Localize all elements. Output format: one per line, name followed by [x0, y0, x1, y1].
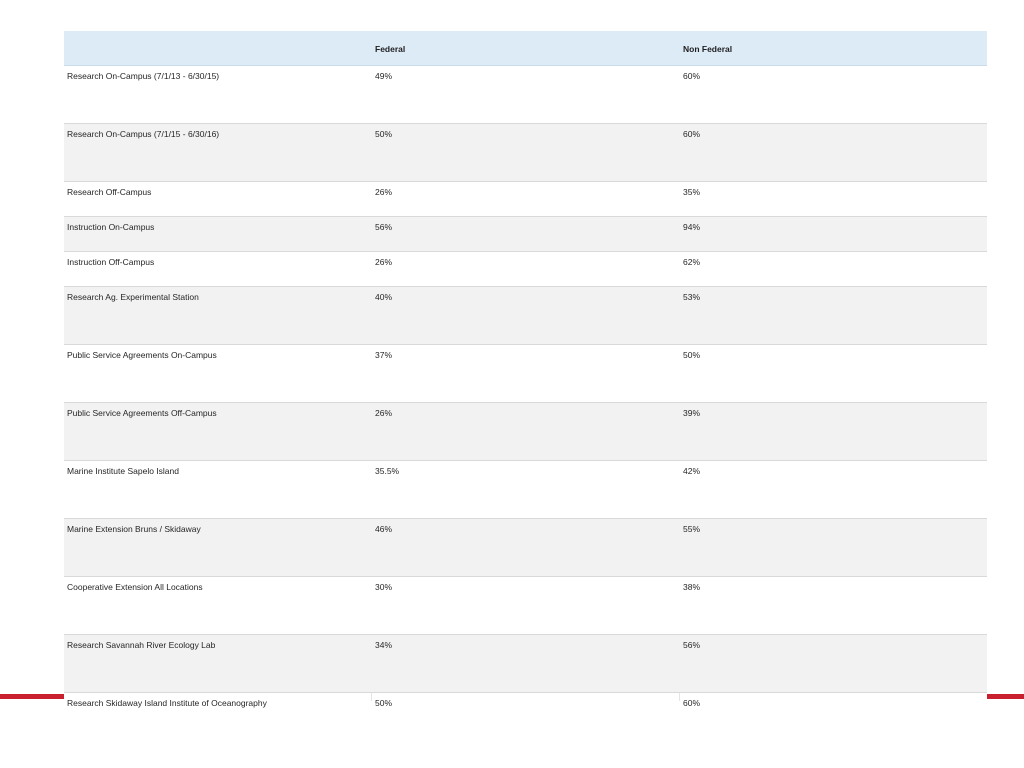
table-row: Public Service Agreements Off-Campus 26%…	[64, 403, 987, 461]
header-cell-federal: Federal	[375, 44, 406, 54]
row-federal-rate: 50%	[375, 129, 393, 139]
row-non-federal-rate: 94%	[683, 222, 701, 232]
row-label: Instruction Off-Campus	[67, 257, 155, 267]
rates-table: Federal Non Federal Research On-Campus (…	[64, 31, 987, 733]
row-non-federal-rate: 60%	[683, 129, 701, 139]
row-non-federal-rate: 50%	[683, 350, 701, 360]
row-federal-rate: 46%	[375, 524, 393, 534]
row-label: Instruction On-Campus	[67, 222, 155, 232]
row-label: Research Ag. Experimental Station	[67, 292, 199, 302]
row-federal-rate: 34%	[375, 640, 393, 650]
table-row: Cooperative Extension All Locations 30% …	[64, 577, 987, 635]
table-row: Instruction On-Campus 56% 94%	[64, 217, 987, 252]
table-header-row: Federal Non Federal	[64, 31, 987, 66]
table-row: Research On-Campus (7/1/13 - 6/30/15) 49…	[64, 66, 987, 124]
row-federal-rate: 26%	[375, 187, 393, 197]
row-non-federal-rate: 56%	[683, 640, 701, 650]
row-label: Research On-Campus (7/1/13 - 6/30/15)	[67, 71, 220, 81]
table-row: Marine Institute Sapelo Island 35.5% 42%	[64, 461, 987, 519]
row-non-federal-rate: 55%	[683, 524, 701, 534]
row-federal-rate: 49%	[375, 71, 393, 81]
table-row: Research Skidaway Island Institute of Oc…	[64, 693, 987, 733]
row-federal-rate: 56%	[375, 222, 393, 232]
table-row: Research On-Campus (7/1/15 - 6/30/16) 50…	[64, 124, 987, 182]
row-non-federal-rate: 38%	[683, 582, 701, 592]
row-non-federal-rate: 35%	[683, 187, 701, 197]
table-row: Public Service Agreements On-Campus 37% …	[64, 345, 987, 403]
row-label: Research Skidaway Island Institute of Oc…	[67, 698, 267, 708]
row-federal-rate: 30%	[375, 582, 393, 592]
table-row: Research Off-Campus 26% 35%	[64, 182, 987, 217]
table-row: Research Ag. Experimental Station 40% 53…	[64, 287, 987, 345]
accent-rule-right	[987, 694, 1024, 699]
row-federal-rate: 26%	[375, 408, 393, 418]
row-federal-rate: 35.5%	[375, 466, 400, 476]
row-label: Marine Institute Sapelo Island	[67, 466, 179, 476]
row-label: Marine Extension Bruns / Skidaway	[67, 524, 201, 534]
slide-page: Federal Non Federal Research On-Campus (…	[0, 0, 1024, 768]
row-federal-rate: 26%	[375, 257, 393, 267]
header-cell-non-federal: Non Federal	[683, 44, 733, 54]
row-non-federal-rate: 62%	[683, 257, 701, 267]
table-row: Instruction Off-Campus 26% 62%	[64, 252, 987, 287]
row-federal-rate: 50%	[375, 698, 393, 708]
row-label: Research Off-Campus	[67, 187, 152, 197]
row-label: Cooperative Extension All Locations	[67, 582, 203, 592]
table-row: Marine Extension Bruns / Skidaway 46% 55…	[64, 519, 987, 577]
row-non-federal-rate: 39%	[683, 408, 701, 418]
row-non-federal-rate: 60%	[683, 71, 701, 81]
row-label: Public Service Agreements On-Campus	[67, 350, 217, 360]
row-label: Research On-Campus (7/1/15 - 6/30/16)	[67, 129, 220, 139]
row-federal-rate: 37%	[375, 350, 393, 360]
accent-rule-left	[0, 694, 64, 699]
row-non-federal-rate: 60%	[683, 698, 701, 708]
row-non-federal-rate: 42%	[683, 466, 701, 476]
table-row: Research Savannah River Ecology Lab 34% …	[64, 635, 987, 693]
row-label: Research Savannah River Ecology Lab	[67, 640, 216, 650]
row-non-federal-rate: 53%	[683, 292, 701, 302]
row-label: Public Service Agreements Off-Campus	[67, 408, 217, 418]
column-separator	[371, 693, 372, 701]
row-federal-rate: 40%	[375, 292, 393, 302]
column-separator	[679, 693, 680, 701]
